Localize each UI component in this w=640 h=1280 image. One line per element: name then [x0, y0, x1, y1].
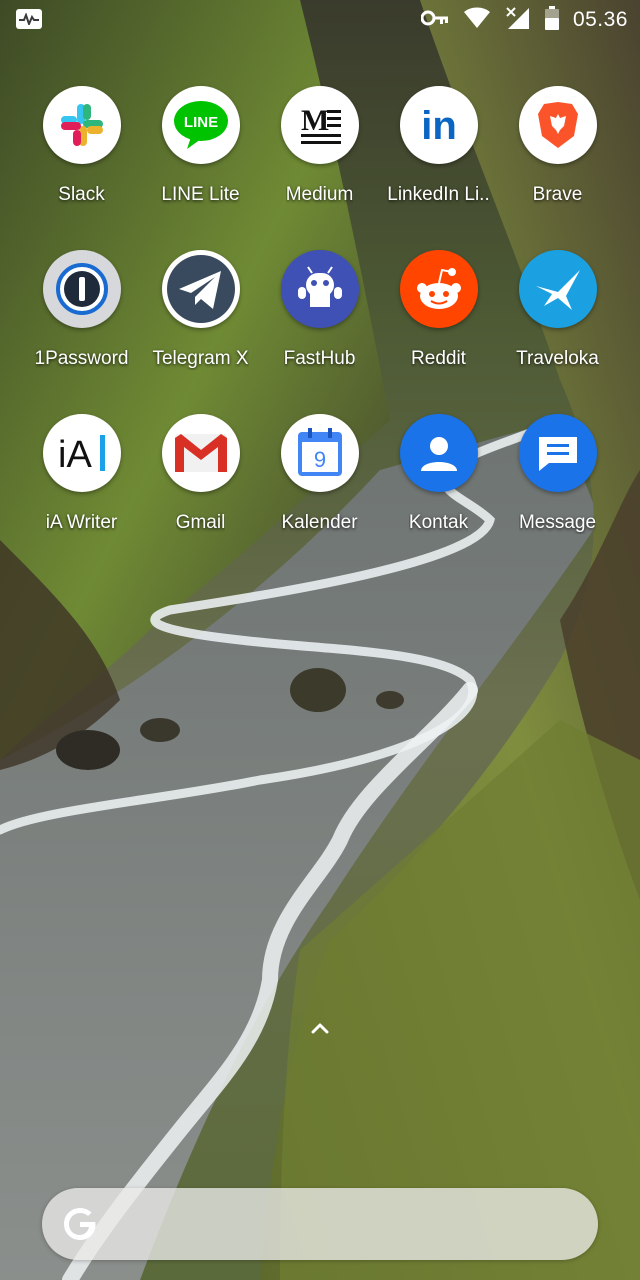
app-medium[interactable]: M Medium [260, 86, 379, 206]
app-label: Kontak [408, 512, 469, 533]
app-label: LINE Lite [161, 184, 240, 205]
medium-icon: M [280, 86, 359, 164]
svg-text:M: M [301, 104, 329, 137]
app-telegram-x[interactable]: Telegram X [141, 250, 260, 370]
brave-icon [518, 86, 597, 164]
app-kontak[interactable]: Kontak [379, 414, 498, 534]
messages-icon [518, 414, 597, 492]
app-ia-writer[interactable]: iA iA Writer [22, 414, 141, 534]
app-label: 1Password [34, 348, 129, 369]
app-label: Reddit [411, 348, 466, 369]
linkedin-icon: in [399, 86, 478, 164]
app-grid: Slack LINE LINE Lite M Medium in LinkedI… [22, 86, 622, 534]
telegram-icon [161, 250, 240, 328]
cell-signal-icon [505, 6, 531, 35]
vpn-key-icon [420, 10, 449, 31]
app-label: Kalender [281, 512, 358, 533]
line-icon: LINE [161, 86, 240, 164]
ia-writer-icon: iA [42, 414, 121, 492]
app-traveloka[interactable]: Traveloka [498, 250, 617, 370]
slack-icon [42, 86, 121, 164]
app-slack[interactable]: Slack [22, 86, 141, 206]
svg-text:9: 9 [313, 447, 325, 472]
app-label: Brave [532, 184, 583, 205]
app-linkedin-lite[interactable]: in LinkedIn Li.. [379, 86, 498, 206]
svg-text:iA: iA [58, 434, 92, 475]
calendar-icon: 9 [280, 414, 359, 492]
chevron-up-icon [311, 1023, 329, 1034]
app-brave[interactable]: Brave [498, 86, 617, 206]
wifi-icon [463, 7, 491, 34]
app-label: Slack [58, 184, 105, 205]
gmail-icon [161, 414, 240, 492]
app-label: Telegram X [152, 348, 249, 369]
app-kalender[interactable]: 9 Kalender [260, 414, 379, 534]
app-1password[interactable]: 1Password [22, 250, 141, 370]
reddit-icon [399, 250, 478, 328]
svg-text:LINE: LINE [183, 114, 217, 131]
app-label: Message [518, 512, 597, 533]
app-message[interactable]: Message [498, 414, 617, 534]
app-line-lite[interactable]: LINE LINE Lite [141, 86, 260, 206]
google-search-bar[interactable] [42, 1188, 598, 1260]
app-label: FastHub [283, 348, 356, 369]
contacts-icon [399, 414, 478, 492]
clock: 05.36 [572, 8, 628, 31]
app-label: Medium [285, 184, 354, 205]
google-g-icon [60, 1204, 100, 1249]
app-gmail[interactable]: Gmail [141, 414, 260, 534]
traveloka-icon [518, 250, 597, 328]
status-bar: 05.36 [0, 0, 640, 40]
app-label: LinkedIn Li.. [387, 184, 490, 205]
app-label: iA Writer [45, 512, 118, 533]
svg-text:in: in [421, 104, 457, 147]
fasthub-icon [280, 250, 359, 328]
activity-monitor-icon [16, 9, 42, 29]
app-fasthub[interactable]: FastHub [260, 250, 379, 370]
app-drawer-handle[interactable] [304, 1016, 336, 1040]
battery-icon [544, 5, 559, 35]
app-label: Traveloka [516, 348, 599, 369]
1password-icon [42, 250, 121, 328]
app-reddit[interactable]: Reddit [379, 250, 498, 370]
app-label: Gmail [175, 512, 226, 533]
